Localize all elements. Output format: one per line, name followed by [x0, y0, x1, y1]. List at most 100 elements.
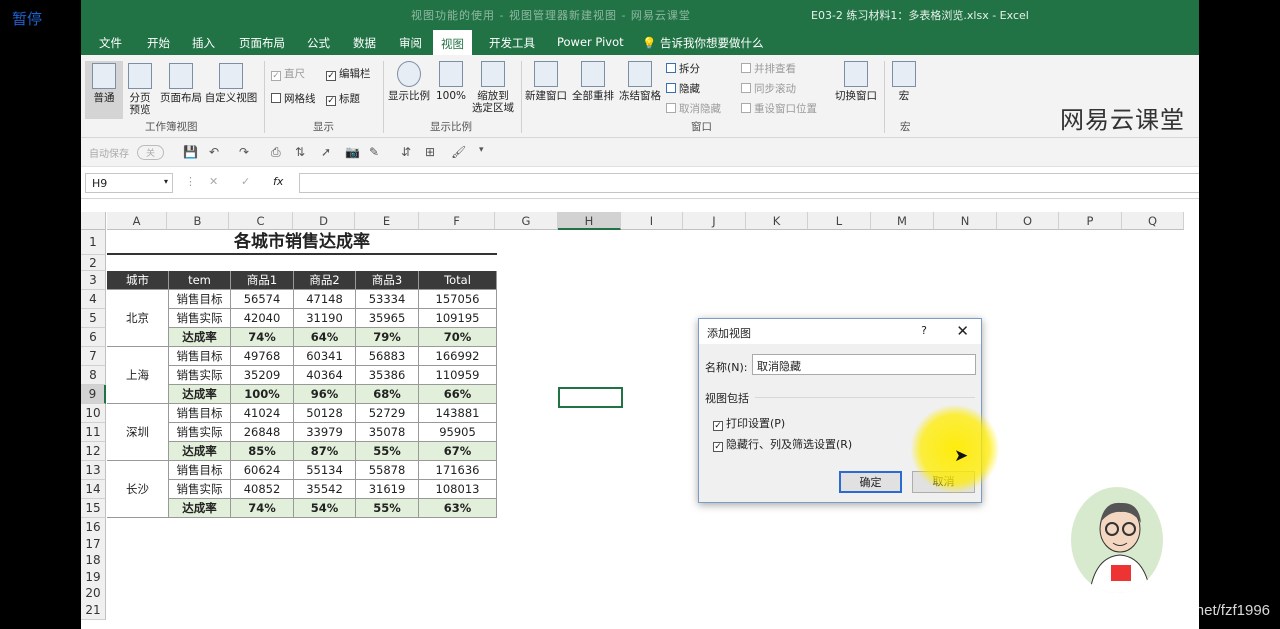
rate-cell[interactable]: 67% — [419, 442, 497, 461]
row-header-8[interactable]: 8 — [81, 366, 106, 385]
value-cell[interactable]: 55878 — [356, 461, 419, 480]
rate-cell[interactable]: 85% — [231, 442, 294, 461]
value-cell[interactable]: 56883 — [356, 347, 419, 366]
tab-formulas[interactable]: 公式 — [303, 33, 334, 53]
col-header-i[interactable]: I — [621, 212, 683, 230]
row-header-1[interactable]: 1 — [81, 230, 106, 255]
select-all-corner[interactable] — [81, 212, 106, 230]
view-name-input[interactable]: 取消隐藏 — [752, 354, 976, 375]
unhide-button[interactable]: 取消隐藏 — [666, 103, 721, 115]
row-header-15[interactable]: 15 — [81, 499, 106, 518]
row-header-2[interactable]: 2 — [81, 255, 106, 271]
tab-page-layout[interactable]: 页面布局 — [235, 33, 289, 53]
camera-icon[interactable]: 📷 — [345, 145, 360, 159]
rate-cell[interactable]: 达成率 — [169, 385, 231, 404]
headings-checkbox[interactable]: ✓ 标题 — [326, 93, 360, 106]
filter-icon[interactable]: ⊞ — [425, 145, 435, 159]
row-header-7[interactable]: 7 — [81, 347, 106, 366]
value-cell[interactable]: 33979 — [294, 423, 356, 442]
page-layout-view-button[interactable]: 页面布局 — [158, 63, 204, 104]
header-cell[interactable]: 商品2 — [294, 271, 356, 290]
value-cell[interactable]: 销售目标 — [169, 404, 231, 423]
autosave-toggle[interactable]: 关 — [137, 145, 165, 160]
col-header-p[interactable]: P — [1059, 212, 1122, 230]
print-settings-checkbox[interactable]: ✓ 打印设置(P) — [713, 415, 785, 431]
tab-data[interactable]: 数据 — [349, 33, 380, 53]
enter-icon[interactable]: ✓ — [241, 175, 250, 188]
value-cell[interactable]: 销售实际 — [169, 423, 231, 442]
value-cell[interactable]: 49768 — [231, 347, 294, 366]
value-cell[interactable]: 53334 — [356, 290, 419, 309]
chevron-down-icon[interactable]: ▾ — [164, 177, 168, 186]
zoom-button[interactable]: 显示比例 — [387, 61, 431, 102]
redo-icon[interactable]: ↷ — [239, 145, 249, 159]
sort-asc-icon[interactable]: ⇅ — [295, 145, 305, 159]
value-cell[interactable]: 47148 — [294, 290, 356, 309]
tab-review[interactable]: 审阅 — [395, 33, 426, 53]
value-cell[interactable]: 109195 — [419, 309, 497, 328]
col-header-k[interactable]: K — [746, 212, 808, 230]
header-cell[interactable]: 城市 — [107, 271, 169, 290]
col-header-m[interactable]: M — [871, 212, 934, 230]
rate-cell[interactable]: 87% — [294, 442, 356, 461]
col-header-l[interactable]: L — [808, 212, 871, 230]
switch-windows-button[interactable]: 切换窗口 — [833, 61, 879, 102]
rate-cell[interactable]: 63% — [419, 499, 497, 518]
col-header-j[interactable]: J — [683, 212, 746, 230]
value-cell[interactable]: 41024 — [231, 404, 294, 423]
col-header-a[interactable]: A — [107, 212, 167, 230]
rate-cell[interactable]: 70% — [419, 328, 497, 347]
col-header-b[interactable]: B — [167, 212, 229, 230]
value-cell[interactable]: 108013 — [419, 480, 497, 499]
value-cell[interactable]: 55134 — [294, 461, 356, 480]
value-cell[interactable]: 110959 — [419, 366, 497, 385]
header-cell[interactable]: 商品1 — [231, 271, 294, 290]
sync-scroll-button[interactable]: 同步滚动 — [741, 83, 796, 95]
tab-developer[interactable]: 开发工具 — [485, 33, 539, 53]
tab-file[interactable]: 文件 — [95, 33, 126, 53]
formula-bar-checkbox[interactable]: ✓ 编辑栏 — [326, 68, 371, 81]
row-header-13[interactable]: 13 — [81, 461, 106, 480]
split-button[interactable]: 拆分 — [666, 63, 700, 75]
rate-cell[interactable]: 96% — [294, 385, 356, 404]
rate-cell[interactable]: 达成率 — [169, 328, 231, 347]
formula-input[interactable] — [299, 173, 1199, 193]
save-icon[interactable]: 💾 — [183, 145, 198, 159]
col-header-n[interactable]: N — [934, 212, 997, 230]
city-cell[interactable]: 深圳 — [107, 404, 169, 461]
zoom-100-button[interactable]: 100% — [433, 61, 469, 102]
hide-button[interactable]: 隐藏 — [666, 83, 700, 95]
value-cell[interactable]: 35078 — [356, 423, 419, 442]
freeze-panes-button[interactable]: 冻结窗格 — [617, 61, 663, 102]
fx-icon[interactable]: fx — [273, 175, 283, 188]
selected-cell-h9[interactable] — [558, 387, 623, 408]
value-cell[interactable]: 171636 — [419, 461, 497, 480]
rate-cell[interactable]: 55% — [356, 442, 419, 461]
value-cell[interactable]: 166992 — [419, 347, 497, 366]
value-cell[interactable]: 40364 — [294, 366, 356, 385]
city-cell[interactable]: 长沙 — [107, 461, 169, 518]
row-header-4[interactable]: 4 — [81, 290, 106, 309]
value-cell[interactable]: 143881 — [419, 404, 497, 423]
format-icon[interactable]: ✎ — [369, 145, 379, 159]
row-header-9[interactable]: 9 — [81, 385, 106, 404]
hidden-settings-checkbox[interactable]: ✓ 隐藏行、列及筛选设置(R) — [713, 436, 852, 452]
custom-views-button[interactable]: 自定义视图 — [204, 63, 258, 104]
col-header-f[interactable]: F — [419, 212, 495, 230]
rate-cell[interactable]: 64% — [294, 328, 356, 347]
col-header-q[interactable]: Q — [1122, 212, 1184, 230]
customize-qat-icon[interactable]: ▾ — [479, 145, 484, 155]
col-header-h[interactable]: H — [558, 212, 621, 230]
value-cell[interactable]: 52729 — [356, 404, 419, 423]
col-header-o[interactable]: O — [997, 212, 1059, 230]
tab-home[interactable]: 开始 — [143, 33, 174, 53]
row-header-11[interactable]: 11 — [81, 423, 106, 442]
value-cell[interactable]: 60341 — [294, 347, 356, 366]
col-header-d[interactable]: D — [293, 212, 355, 230]
header-cell[interactable]: tem — [169, 271, 231, 290]
row-header-21[interactable]: 21 — [81, 601, 106, 620]
cancel-icon[interactable]: ✕ — [209, 175, 218, 188]
row-header-12[interactable]: 12 — [81, 442, 106, 461]
rate-cell[interactable]: 74% — [231, 499, 294, 518]
page-break-preview-button[interactable]: 分页 预览 — [123, 63, 157, 116]
